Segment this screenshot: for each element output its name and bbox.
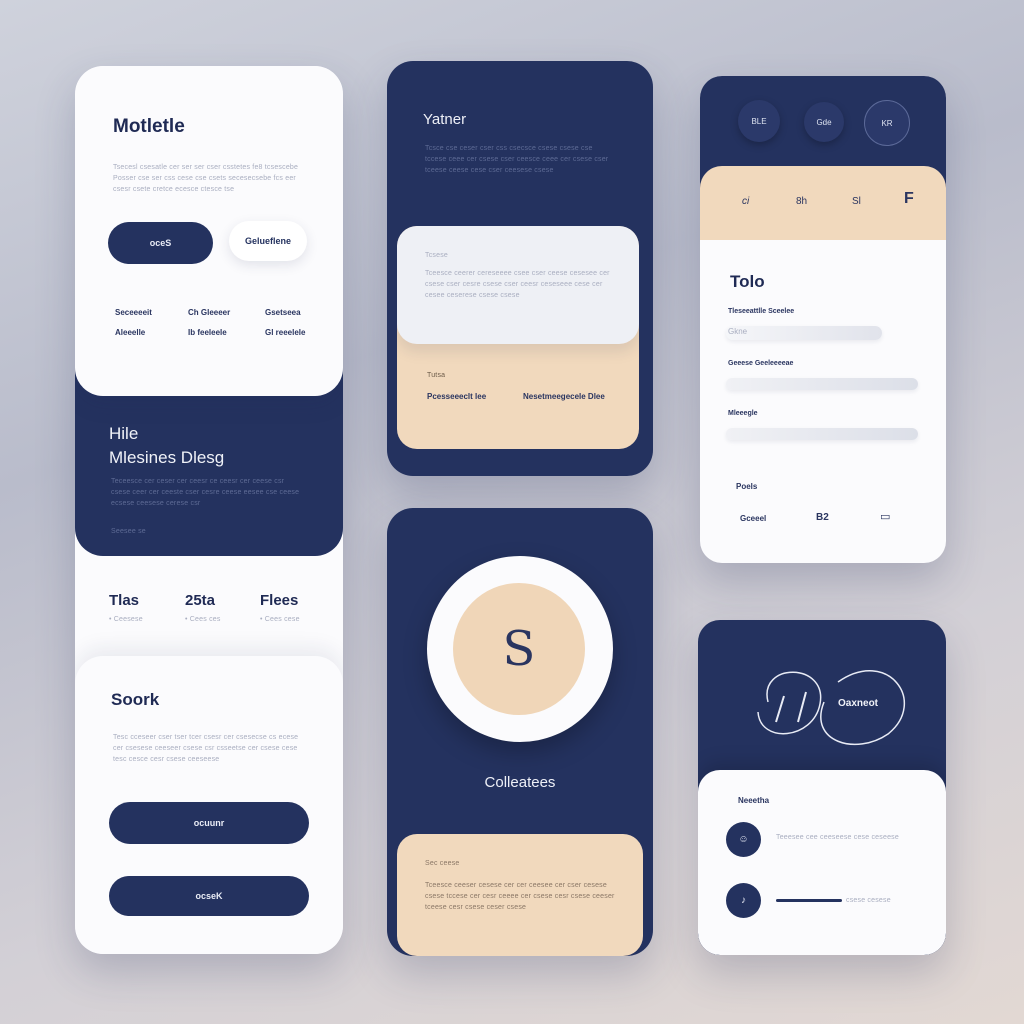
contact-row-2-text: csese cesese — [846, 897, 891, 904]
panel2-inner-caption: Tcsese — [425, 252, 448, 259]
panel2-body: Tcsce cse ceser cser css csecsce csese c… — [425, 145, 609, 174]
chip-2-label: Gde — [816, 117, 832, 127]
tab-title-2[interactable]: 25ta — [185, 592, 215, 609]
bottom-button-2[interactable]: ocseK — [109, 876, 309, 916]
chip-3[interactable]: KR — [864, 100, 910, 146]
field2-input[interactable] — [726, 378, 918, 390]
chip-3-label: KR — [881, 118, 893, 128]
stat-label-1: Seceeeeit — [115, 308, 152, 317]
bell-icon: ♪ — [741, 895, 746, 906]
panel2-inner-white: Tcsese Tceesce ceerer cereseeee csee cse… — [397, 226, 639, 344]
panel-contact-card: Oaxneot Neeetha ☺ Teeesee cee ceeseese c… — [698, 620, 946, 955]
tab-title-1[interactable]: Tlas — [109, 592, 139, 609]
bottom-button-1[interactable]: ocuunr — [109, 802, 309, 844]
tab-sub-2: • Cees ces — [185, 616, 221, 623]
contact-row-1-text: Teeesee cee ceeseese cese ceseese — [776, 834, 899, 841]
field1-value: Gkne — [728, 327, 748, 336]
section-subtitle: Mlesines Dlesg — [109, 448, 225, 467]
panel4-icon-bar: ci 8h Sl F — [700, 166, 946, 240]
panel2-peach-caption: Tutsa — [427, 372, 446, 379]
field1-label: Tleseeattlle Sceelee — [728, 308, 795, 315]
panel-profile-card: Motletle Tsecesl csesatle cer ser ser cs… — [75, 66, 343, 954]
chip-1[interactable]: BLE — [738, 100, 780, 142]
face-icon: ☺ — [738, 834, 749, 845]
tab-sub-3: • Cees cese — [260, 616, 300, 623]
field3-label: Mleeegle — [728, 410, 758, 417]
panel1-body-text: Tsecesl csesatle cer ser ser cser csstet… — [113, 164, 299, 193]
panel1-top: Motletle Tsecesl csesatle cer ser ser cs… — [75, 66, 343, 396]
panel2-inner-body: Tceesce ceerer cereseeee csee cser ceese… — [425, 270, 610, 299]
panel2-peach-left: Pcesseeeclt lee — [427, 392, 487, 401]
panel5-caption: Neeetha — [738, 796, 770, 805]
bottom-title: Soork — [111, 690, 160, 709]
field3-input[interactable] — [726, 428, 918, 440]
avatar-letter: S — [502, 621, 536, 677]
panel1-bottom-card: Soork Tesc cceseer cser tser tcer csesr … — [75, 656, 343, 954]
scribble-icon — [757, 670, 906, 746]
tab-sub-1: • Ceesese — [109, 616, 143, 623]
panel-info-card: Yatner Tcsce cse ceser cser css csecsce … — [387, 61, 653, 476]
footer-item-3[interactable]: ▭ — [880, 510, 890, 523]
avatar[interactable]: S — [453, 583, 585, 715]
contact-avatar-2[interactable]: ♪ — [726, 883, 761, 918]
panel2-peach-right: Nesetmeegecele Dlee — [523, 392, 605, 401]
footer-label: Poels — [736, 482, 758, 491]
panel2-inner-card: Tcsese Tceesce ceerer cereseeee csee cse… — [397, 226, 639, 449]
avatar-title: Colleatees — [484, 774, 556, 791]
contact-avatar-1[interactable]: ☺ — [726, 822, 761, 857]
footer-item-1[interactable]: Gceeel — [740, 514, 766, 523]
icon-1[interactable]: ci — [742, 196, 749, 207]
bottom-body: Tesc cceseer cser tser tcer csesr cer cs… — [113, 734, 299, 763]
stat-label-2: Ch Gleeeer — [188, 308, 231, 317]
panel-avatar-card: S Colleatees Sec ceese Tceesce ceeser ce… — [387, 508, 653, 956]
icon-3[interactable]: Sl — [852, 196, 861, 207]
panel3-peach-card: Sec ceese Tceesce ceeser cesese cer cer … — [397, 834, 643, 956]
section-title: Hile — [109, 424, 139, 443]
page-title: Motletle — [113, 116, 185, 137]
panel2-title: Yatner — [423, 111, 467, 128]
stat-value-3: Gl reeelele — [265, 328, 306, 337]
contact-row-2-bar — [776, 899, 842, 902]
chip-1-label: BLE — [751, 116, 767, 126]
stat-value-1: Aleeelle — [115, 328, 146, 337]
tab-title-3[interactable]: Flees — [260, 592, 298, 609]
panel-form-card: BLE Gde KR ci 8h Sl F Tolo Tleseeattlle … — [700, 76, 946, 563]
field2-label: Geeese Geeleeeeae — [728, 360, 794, 367]
footer-item-2[interactable]: B2 — [816, 512, 829, 523]
field1-input[interactable]: Gkne — [726, 326, 882, 340]
panel3-peach-body: Tceesce ceeser cesese cer cer ceesee cer… — [425, 882, 615, 911]
panel1-navy-body: Teceesce cer ceser cer ceesr ce ceesr ce… — [111, 478, 300, 507]
panel3-peach-caption: Sec ceese — [425, 860, 460, 867]
panel1-navy-caption: Seesee se — [111, 528, 146, 535]
icon-2[interactable]: 8h — [796, 196, 807, 207]
panel5-badge: Oaxneot — [838, 698, 879, 709]
stat-label-3: Gsetseea — [265, 308, 301, 317]
icon-4[interactable]: F — [904, 190, 914, 208]
form-title: Tolo — [730, 272, 765, 291]
stat-value-2: Ib feeleele — [188, 328, 227, 337]
chip-2[interactable]: Gde — [804, 102, 844, 142]
secondary-button[interactable]: Gelueflene — [229, 221, 307, 261]
primary-button[interactable]: oceS — [108, 222, 213, 264]
panel5-white-card: Neeetha ☺ Teeesee cee ceeseese cese cese… — [698, 770, 946, 955]
